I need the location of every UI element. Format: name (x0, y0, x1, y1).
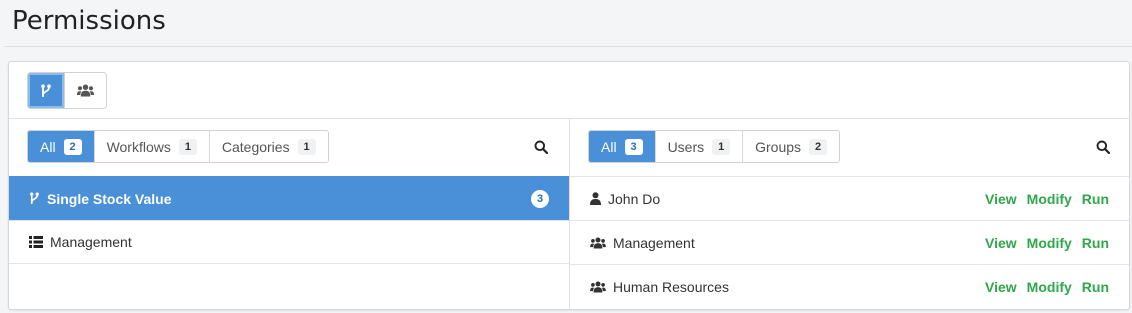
search-icon (534, 140, 548, 154)
filter-groups[interactable]: Groups 2 (742, 131, 840, 162)
filter-label: Workflows (106, 138, 171, 155)
search-principals-button[interactable] (1093, 137, 1113, 157)
group-view-button[interactable] (64, 73, 106, 108)
table-row: Human Resources View Modify Run (570, 264, 1129, 308)
principals-pane: All 3 Users 1 Groups 2 John Do View Modi… (570, 119, 1129, 309)
filter-all-principals[interactable]: All 3 (589, 131, 655, 162)
permissions-card: All 2 Workflows 1 Categories 1 Single St… (8, 61, 1130, 310)
workflows-pane: All 2 Workflows 1 Categories 1 Single St… (9, 119, 570, 309)
view-permission-link[interactable]: View (985, 279, 1017, 295)
run-permission-link[interactable]: Run (1082, 279, 1109, 295)
workflow-icon (29, 192, 40, 205)
principal-filter-tabs: All 3 Users 1 Groups 2 (588, 130, 841, 163)
count-badge: 1 (297, 138, 316, 155)
principal-name: Human Resources (613, 278, 729, 295)
search-icon (1096, 140, 1110, 154)
filter-label: Groups (755, 138, 802, 155)
count-badge: 2 (63, 138, 82, 155)
view-permission-link[interactable]: View (985, 235, 1017, 251)
principal-name: John Do (608, 190, 661, 207)
count-badge: 3 (624, 138, 643, 155)
table-row: Management View Modify Run (570, 220, 1129, 264)
filter-label: Categories (221, 138, 290, 155)
filter-all-workflows[interactable]: All 2 (28, 131, 94, 162)
page-title: Permissions (12, 6, 166, 36)
permission-actions: View Modify Run (985, 191, 1109, 207)
category-list-icon (29, 236, 43, 248)
workflow-list: Single Stock Value 3 Management (9, 176, 569, 264)
view-toggle (27, 72, 107, 109)
group-icon (590, 280, 606, 293)
principal-list: John Do View Modify Run Management View … (570, 176, 1129, 308)
item-label: Management (50, 234, 132, 250)
count-badge: 1 (712, 138, 731, 155)
list-item[interactable]: Single Stock Value 3 (9, 176, 569, 220)
filter-label: Users (667, 138, 705, 155)
run-permission-link[interactable]: Run (1082, 191, 1109, 207)
filter-categories[interactable]: Categories 1 (208, 131, 328, 162)
workflow-icon (41, 83, 51, 97)
filter-workflows[interactable]: Workflows 1 (93, 131, 209, 162)
item-label: Single Stock Value (47, 190, 172, 207)
permission-actions: View Modify Run (985, 279, 1109, 295)
permission-actions: View Modify Run (985, 235, 1109, 251)
workflow-view-button[interactable] (28, 73, 64, 108)
title-divider (4, 46, 1132, 47)
search-workflows-button[interactable] (531, 137, 551, 157)
count-badge: 1 (178, 138, 197, 155)
filter-users[interactable]: Users 1 (654, 131, 743, 162)
filter-label: All (40, 138, 56, 155)
view-permission-link[interactable]: View (985, 191, 1017, 207)
list-item[interactable]: Management (9, 220, 569, 264)
group-icon (590, 236, 606, 249)
count-badge: 3 (531, 189, 549, 208)
filter-label: All (601, 138, 617, 155)
table-row: John Do View Modify Run (570, 176, 1129, 220)
modify-permission-link[interactable]: Modify (1027, 235, 1072, 251)
run-permission-link[interactable]: Run (1082, 235, 1109, 251)
workflow-filter-tabs: All 2 Workflows 1 Categories 1 (27, 130, 329, 163)
modify-permission-link[interactable]: Modify (1027, 191, 1072, 207)
modify-permission-link[interactable]: Modify (1027, 279, 1072, 295)
user-icon (590, 192, 601, 205)
count-badge: 2 (809, 138, 828, 155)
principal-name: Management (613, 234, 695, 251)
users-icon (77, 84, 94, 97)
